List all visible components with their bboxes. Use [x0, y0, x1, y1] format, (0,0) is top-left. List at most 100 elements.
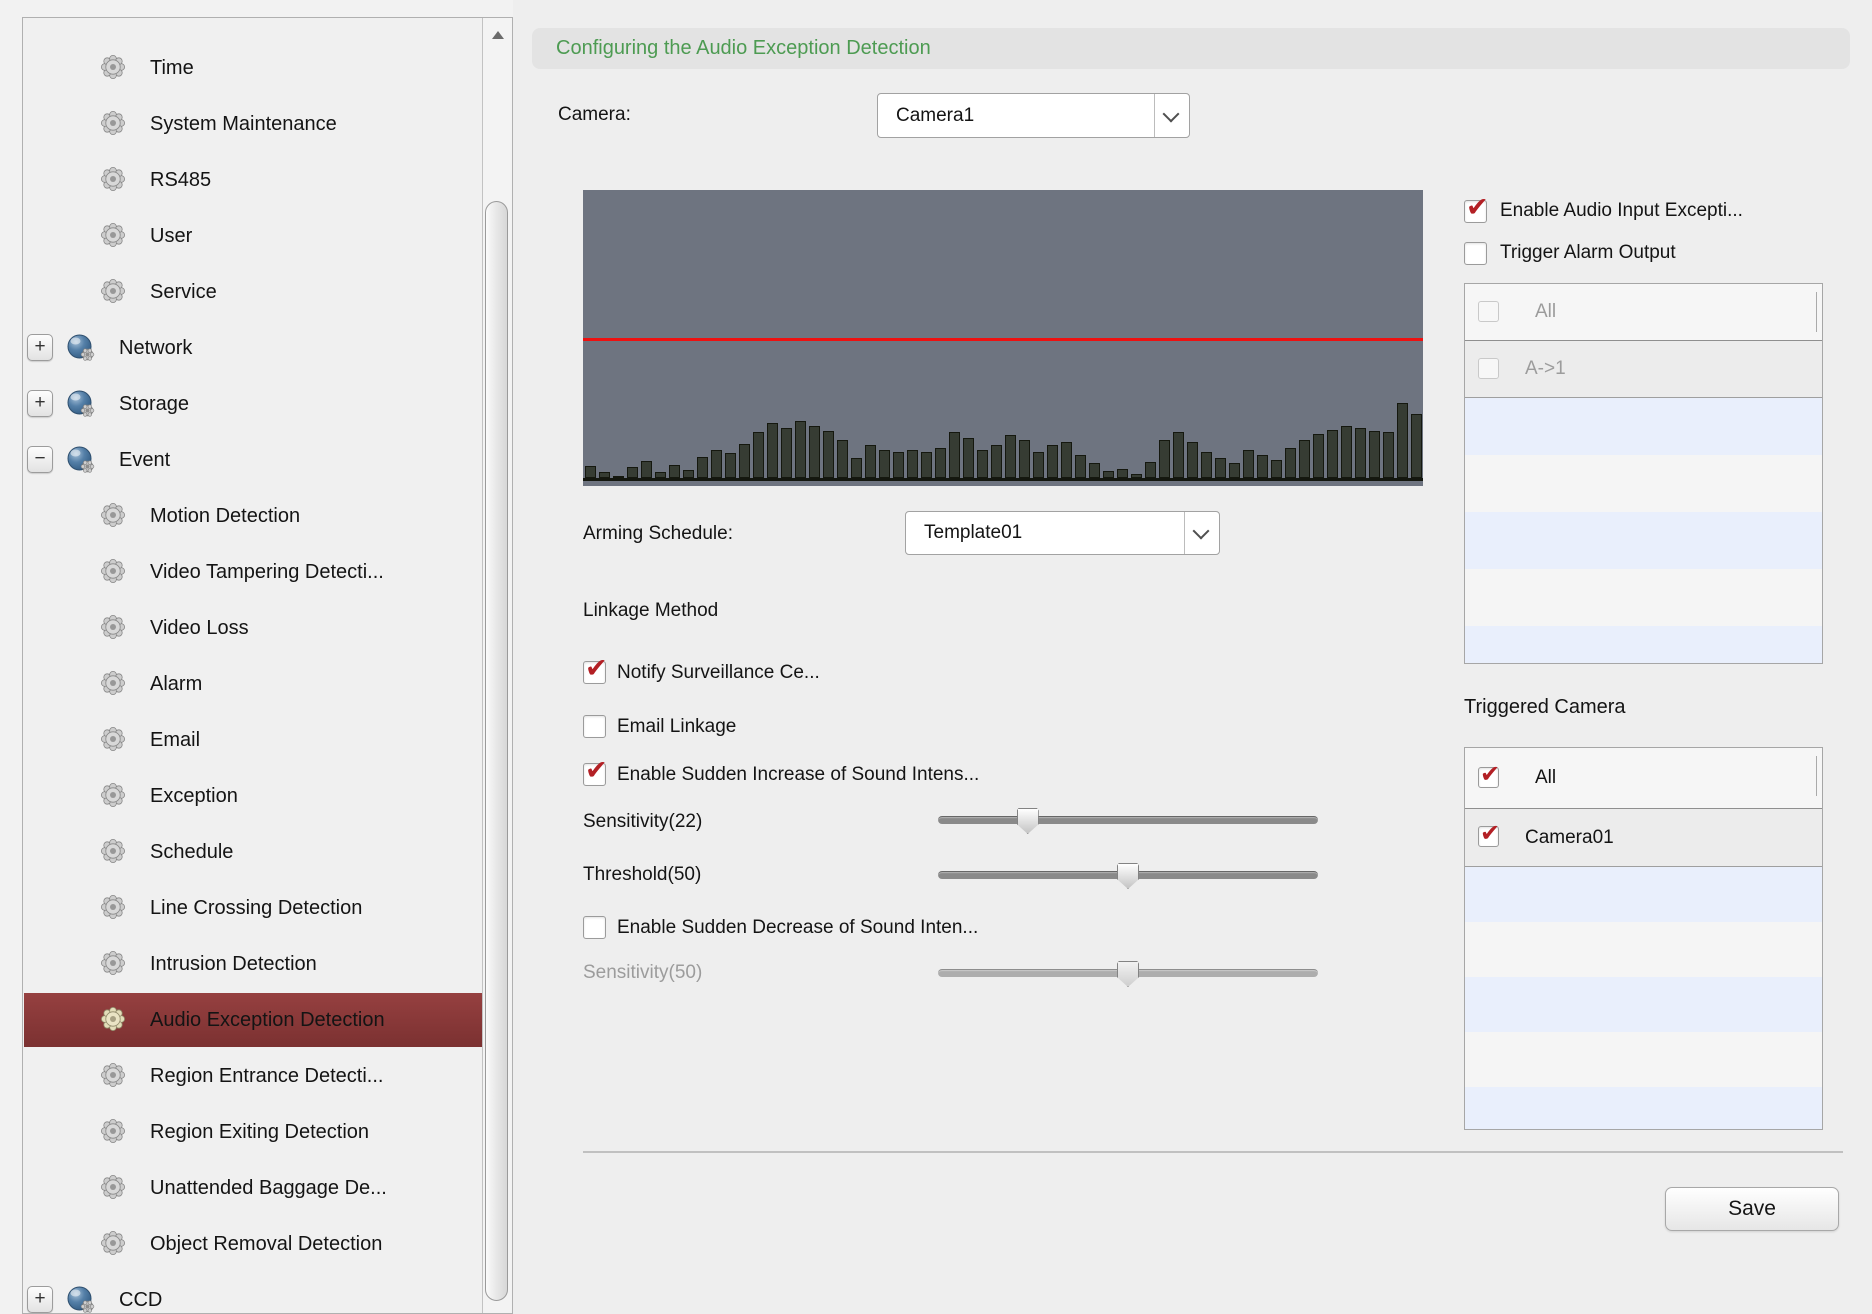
notify-surveillance-label: Notify Surveillance Ce...: [617, 660, 820, 686]
waveform-bar: [795, 421, 806, 478]
enable-audio-input-checkbox[interactable]: ✔: [1464, 200, 1487, 223]
save-button[interactable]: Save: [1665, 1187, 1839, 1231]
waveform-bar: [1159, 440, 1170, 478]
alarm-table-header-row[interactable]: ✔ All: [1465, 284, 1822, 341]
notify-surveillance-checkbox[interactable]: ✔: [583, 661, 606, 684]
tree-item-label: Service: [150, 265, 217, 319]
window-left-gutter: [0, 0, 22, 1314]
arming-schedule-select[interactable]: Template01: [905, 511, 1220, 555]
table-empty-row: [1465, 977, 1822, 1032]
tree-item-event[interactable]: −Event: [24, 433, 484, 487]
waveform-bar: [893, 452, 904, 478]
expand-icon[interactable]: +: [27, 390, 53, 417]
waveform-bar: [767, 423, 778, 478]
waveform-bar: [599, 472, 610, 478]
waveform-bar: [1033, 452, 1044, 478]
sudden-decrease-label: Enable Sudden Decrease of Sound Inten...: [617, 915, 978, 941]
waveform-bar: [963, 438, 974, 478]
tree-item-line-crossing-detection[interactable]: Line Crossing Detection: [24, 881, 484, 935]
arming-dropdown-arrow[interactable]: [1184, 512, 1219, 554]
waveform-bar: [725, 453, 736, 478]
gear-icon: [100, 502, 126, 528]
tree-item-email[interactable]: Email: [24, 713, 484, 767]
expand-icon[interactable]: +: [27, 1286, 53, 1313]
camera-table-row[interactable]: ✔ Camera01: [1465, 809, 1822, 867]
tree-item-ccd[interactable]: + CCD: [24, 1273, 484, 1314]
tree-item-network[interactable]: +Network: [24, 321, 484, 375]
camera-all-checkbox[interactable]: ✔: [1478, 767, 1499, 788]
waveform-bar: [1341, 426, 1352, 478]
waveform-bar: [753, 432, 764, 478]
tree-item-exception[interactable]: Exception: [24, 769, 484, 823]
sudden-decrease-checkbox[interactable]: ✔: [583, 916, 606, 939]
alarm-all-checkbox[interactable]: ✔: [1478, 301, 1499, 322]
tree-item-storage[interactable]: +Storage: [24, 377, 484, 431]
tree-item-object-removal-detection[interactable]: Object Removal Detection: [24, 1217, 484, 1271]
slider-thumb[interactable]: [1117, 863, 1139, 889]
expand-icon[interactable]: +: [27, 334, 53, 361]
trigger-alarm-output-checkbox[interactable]: ✔: [1464, 242, 1487, 265]
waveform-bar: [1327, 430, 1338, 478]
tree-item-video-loss[interactable]: Video Loss: [24, 601, 484, 655]
waveform-bar: [1397, 403, 1408, 478]
waveform-bar: [1187, 442, 1198, 478]
waveform-bar: [1355, 428, 1366, 478]
tree-item-service[interactable]: Service: [24, 265, 484, 319]
sensitivity-label: Sensitivity(22): [583, 809, 702, 835]
waveform-bar: [879, 450, 890, 478]
gear-icon: [100, 894, 126, 920]
tree-scrollbar[interactable]: [482, 18, 512, 1313]
waveform-bar: [977, 450, 988, 478]
tree-item-video-tampering-detecti[interactable]: Video Tampering Detecti...: [24, 545, 484, 599]
triggered-camera-heading: Triggered Camera: [1464, 694, 1626, 720]
waveform-bar: [1243, 450, 1254, 478]
slider-thumb: [1117, 961, 1139, 987]
tree-item-alarm[interactable]: Alarm: [24, 657, 484, 711]
tree-item-schedule[interactable]: Schedule: [24, 825, 484, 879]
scrollbar-up-arrow-icon[interactable]: [492, 31, 504, 39]
table-empty-row: [1465, 922, 1822, 977]
waveform-bar: [1075, 455, 1086, 478]
tree-item-rs485[interactable]: RS485: [24, 153, 484, 207]
camera-select-value: Camera1: [896, 94, 974, 137]
tree-item-system-maintenance[interactable]: System Maintenance: [24, 97, 484, 151]
tree-item-unattended-baggage-de[interactable]: Unattended Baggage De...: [24, 1161, 484, 1215]
tree-item-motion-detection[interactable]: Motion Detection: [24, 489, 484, 543]
waveform-bar: [669, 465, 680, 478]
threshold-slider: [938, 863, 1318, 889]
footer-divider: [583, 1151, 1843, 1153]
tree-item-region-exiting-detection[interactable]: Region Exiting Detection: [24, 1105, 484, 1159]
scrollbar-thumb[interactable]: [485, 201, 508, 1301]
tree-item-audio-exception-detection[interactable]: Audio Exception Detection: [24, 993, 484, 1047]
camera-table-row-label: Camera01: [1525, 809, 1614, 866]
tree-item-label: User: [150, 209, 192, 263]
waveform-bar: [711, 450, 722, 478]
check-icon: ✔: [1480, 760, 1500, 788]
app-window: TimeSystem MaintenanceRS485UserService+N…: [0, 0, 1872, 1314]
tree-item-intrusion-detection[interactable]: Intrusion Detection: [24, 937, 484, 991]
chevron-down-icon: [1193, 523, 1210, 540]
trigger-alarm-output-label: Trigger Alarm Output: [1500, 240, 1676, 266]
collapse-icon[interactable]: −: [27, 446, 53, 473]
camera01-checkbox[interactable]: ✔: [1478, 826, 1499, 847]
waveform-bar: [1005, 435, 1016, 478]
email-linkage-checkbox[interactable]: ✔: [583, 715, 606, 738]
alarm-a1-checkbox[interactable]: ✔: [1478, 358, 1499, 379]
sudden-increase-checkbox[interactable]: ✔: [583, 763, 606, 786]
tree-item-user[interactable]: User: [24, 209, 484, 263]
tree-item-label: Email: [150, 713, 200, 767]
check-icon: ✔: [1480, 819, 1500, 847]
camera-dropdown-arrow[interactable]: [1154, 94, 1189, 137]
camera-table-header-row[interactable]: ✔ All: [1465, 748, 1822, 809]
camera-select[interactable]: Camera1: [877, 93, 1190, 138]
alarm-table-row[interactable]: ✔ A->1: [1465, 341, 1822, 398]
gear-icon: [100, 110, 126, 136]
tree-item-region-entrance-detecti[interactable]: Region Entrance Detecti...: [24, 1049, 484, 1103]
waveform-bar: [991, 445, 1002, 478]
tree-item-label: CCD: [119, 1273, 162, 1314]
tree-item-time[interactable]: Time: [24, 41, 484, 95]
gear-icon: [100, 1006, 126, 1032]
slider-track[interactable]: [938, 816, 1318, 824]
settings-tree-panel: TimeSystem MaintenanceRS485UserService+N…: [22, 17, 513, 1314]
slider-thumb[interactable]: [1017, 808, 1039, 834]
